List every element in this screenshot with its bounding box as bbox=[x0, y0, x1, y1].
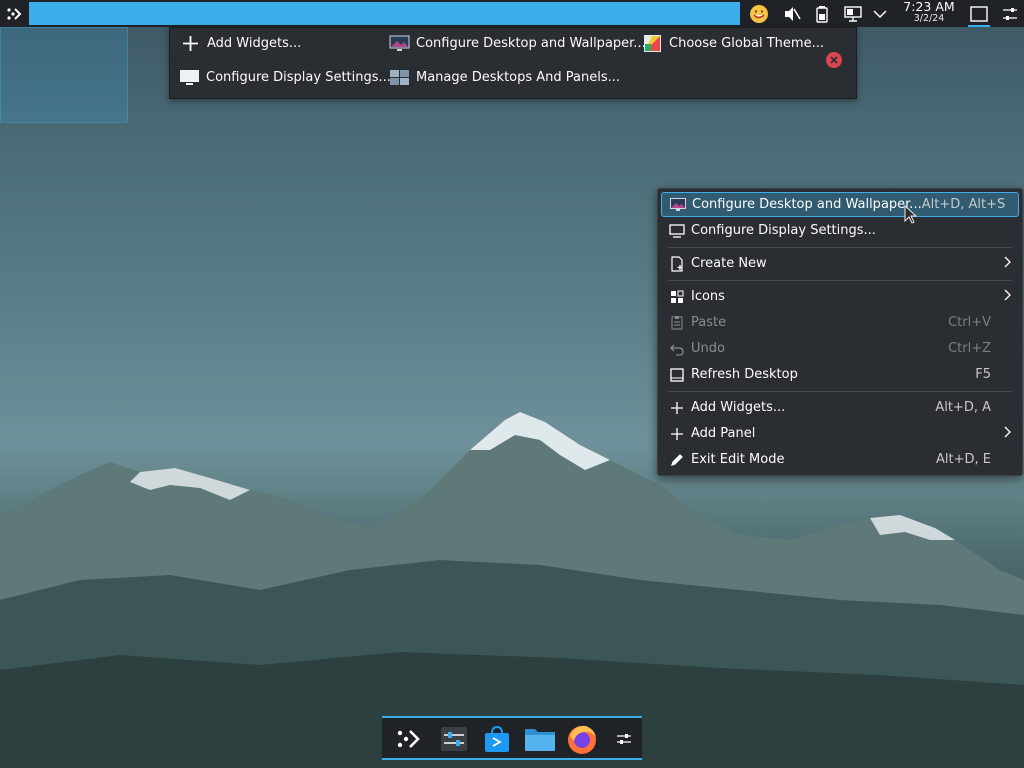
menu-item-shortcut: Ctrl+Z bbox=[948, 341, 991, 356]
network-tray-button[interactable] bbox=[841, 2, 865, 25]
dock-file-manager[interactable] bbox=[522, 722, 558, 756]
panel-configure-button[interactable] bbox=[997, 2, 1023, 26]
panel-edit-spacer[interactable] bbox=[29, 2, 740, 25]
toolbox-item-label: Configure Desktop and Wallpaper... bbox=[416, 35, 646, 51]
firefox-icon bbox=[568, 725, 596, 754]
close-toolbox-button[interactable] bbox=[826, 52, 842, 68]
menu-item-exit-edit-mode[interactable]: Exit Edit Mode Alt+D, E bbox=[661, 447, 1019, 472]
toolbox-add-widgets[interactable]: Add Widgets... bbox=[180, 31, 301, 55]
menu-item-refresh-desktop[interactable]: Refresh Desktop F5 bbox=[661, 362, 1019, 387]
menu-separator bbox=[668, 247, 1012, 248]
dock-discover[interactable] bbox=[479, 722, 515, 756]
toolbox-item-label: Manage Desktops And Panels... bbox=[416, 69, 621, 85]
menu-item-undo[interactable]: Undo Ctrl+Z bbox=[661, 336, 1019, 361]
emoji-icon bbox=[750, 4, 768, 23]
desktop-selection-area bbox=[0, 27, 128, 123]
menu-item-label: Exit Edit Mode bbox=[691, 452, 785, 467]
toolbox-item-label: Choose Global Theme... bbox=[669, 35, 824, 51]
emoji-tray-button[interactable] bbox=[746, 2, 772, 25]
menu-item-shortcut: Alt+D, Alt+S bbox=[921, 197, 1006, 212]
clock-time: 7:23 AM bbox=[903, 0, 955, 14]
toolbox-display-settings[interactable]: Configure Display Settings... bbox=[179, 65, 391, 89]
chevron-right-icon bbox=[1004, 256, 1011, 268]
undo-icon bbox=[669, 341, 685, 357]
application-launcher-button[interactable] bbox=[0, 0, 28, 27]
dock-app-launcher[interactable] bbox=[390, 722, 426, 756]
close-icon bbox=[830, 56, 838, 64]
pencil-icon bbox=[669, 452, 685, 468]
file-manager-icon bbox=[525, 729, 555, 751]
menu-item-add-panel[interactable]: Add Panel bbox=[661, 421, 1019, 446]
dock-system-settings[interactable] bbox=[436, 722, 472, 756]
toolbox-manage-desktops[interactable]: Manage Desktops And Panels... bbox=[389, 65, 620, 89]
display-icon bbox=[669, 223, 685, 239]
menu-item-add-widgets[interactable]: Add Widgets... Alt+D, A bbox=[661, 395, 1019, 420]
chevron-down-icon bbox=[873, 9, 887, 18]
toolbox-configure-desktop[interactable]: Configure Desktop and Wallpaper... bbox=[389, 31, 646, 55]
menu-item-shortcut: Alt+D, E bbox=[936, 452, 991, 467]
menu-item-display-settings[interactable]: Configure Display Settings... bbox=[661, 218, 1019, 243]
network-icon bbox=[844, 5, 862, 22]
theme-icon bbox=[644, 34, 661, 52]
menu-item-paste[interactable]: Paste Ctrl+V bbox=[661, 310, 1019, 335]
toolbox-item-label: Configure Display Settings... bbox=[206, 69, 391, 85]
edit-mode-toolbox: Add Widgets... Configure Desktop and Wal… bbox=[169, 27, 857, 99]
show-desktop-button[interactable] bbox=[965, 2, 993, 26]
panel-settings-icon bbox=[617, 734, 631, 744]
dock-panel-settings[interactable] bbox=[606, 722, 642, 756]
refresh-desktop-icon bbox=[669, 367, 685, 383]
menu-item-icons[interactable]: Icons bbox=[661, 284, 1019, 309]
volume-tray-button[interactable] bbox=[780, 2, 804, 25]
chevron-right-icon bbox=[1004, 289, 1011, 301]
icons-grid-icon bbox=[669, 289, 685, 305]
plus-icon bbox=[183, 35, 198, 51]
menu-separator bbox=[668, 391, 1012, 392]
tray-expander-button[interactable] bbox=[869, 2, 891, 25]
menu-item-label: Add Widgets... bbox=[691, 400, 786, 415]
battery-icon bbox=[816, 5, 828, 23]
active-indicator bbox=[968, 25, 990, 27]
new-document-icon bbox=[669, 255, 685, 272]
menu-item-label: Create New bbox=[691, 256, 767, 271]
speaker-muted-icon bbox=[785, 6, 801, 21]
bottom-dock-panel bbox=[382, 716, 642, 760]
menu-item-create-new[interactable]: Create New bbox=[661, 251, 1019, 276]
wallpaper-icon bbox=[670, 197, 686, 213]
mouse-cursor-icon bbox=[904, 205, 918, 224]
clock-date: 3/2/24 bbox=[913, 13, 945, 24]
launcher-icon bbox=[7, 7, 22, 20]
top-panel: 7:23 AM 3/2/24 bbox=[0, 0, 1024, 27]
toolbox-item-label: Add Widgets... bbox=[207, 35, 302, 51]
toolbox-global-theme[interactable]: Choose Global Theme... bbox=[642, 31, 824, 55]
battery-tray-button[interactable] bbox=[812, 2, 832, 25]
menu-item-label: Add Panel bbox=[691, 426, 756, 441]
dock-firefox[interactable] bbox=[564, 722, 600, 756]
menu-item-label: Undo bbox=[691, 341, 725, 356]
discover-store-icon bbox=[485, 725, 509, 752]
sliders-icon bbox=[1003, 8, 1017, 20]
menu-item-shortcut: Alt+D, A bbox=[935, 400, 991, 415]
display-icon bbox=[180, 69, 199, 85]
menu-item-label: Refresh Desktop bbox=[691, 367, 798, 382]
app-launcher-icon bbox=[397, 730, 420, 748]
menu-item-configure-desktop[interactable]: Configure Desktop and Wallpaper... Alt+D… bbox=[661, 192, 1019, 217]
show-desktop-icon bbox=[970, 6, 988, 22]
clipboard-icon bbox=[669, 315, 685, 331]
menu-item-shortcut: F5 bbox=[975, 367, 991, 382]
desktops-icon bbox=[390, 69, 409, 85]
wallpaper-icon bbox=[389, 35, 410, 51]
chevron-right-icon bbox=[1004, 426, 1011, 438]
menu-item-label: Configure Display Settings... bbox=[691, 223, 876, 238]
plus-icon bbox=[669, 426, 685, 442]
menu-item-label: Paste bbox=[691, 315, 727, 330]
menu-item-shortcut: Ctrl+V bbox=[948, 315, 991, 330]
digital-clock[interactable]: 7:23 AM 3/2/24 bbox=[898, 0, 960, 26]
system-settings-icon bbox=[441, 727, 467, 751]
menu-separator bbox=[668, 280, 1012, 281]
menu-item-label: Icons bbox=[691, 289, 725, 304]
plus-icon bbox=[669, 400, 685, 416]
menu-item-label: Configure Desktop and Wallpaper... bbox=[692, 197, 922, 212]
desktop-context-menu: Configure Desktop and Wallpaper... Alt+D… bbox=[657, 188, 1023, 476]
